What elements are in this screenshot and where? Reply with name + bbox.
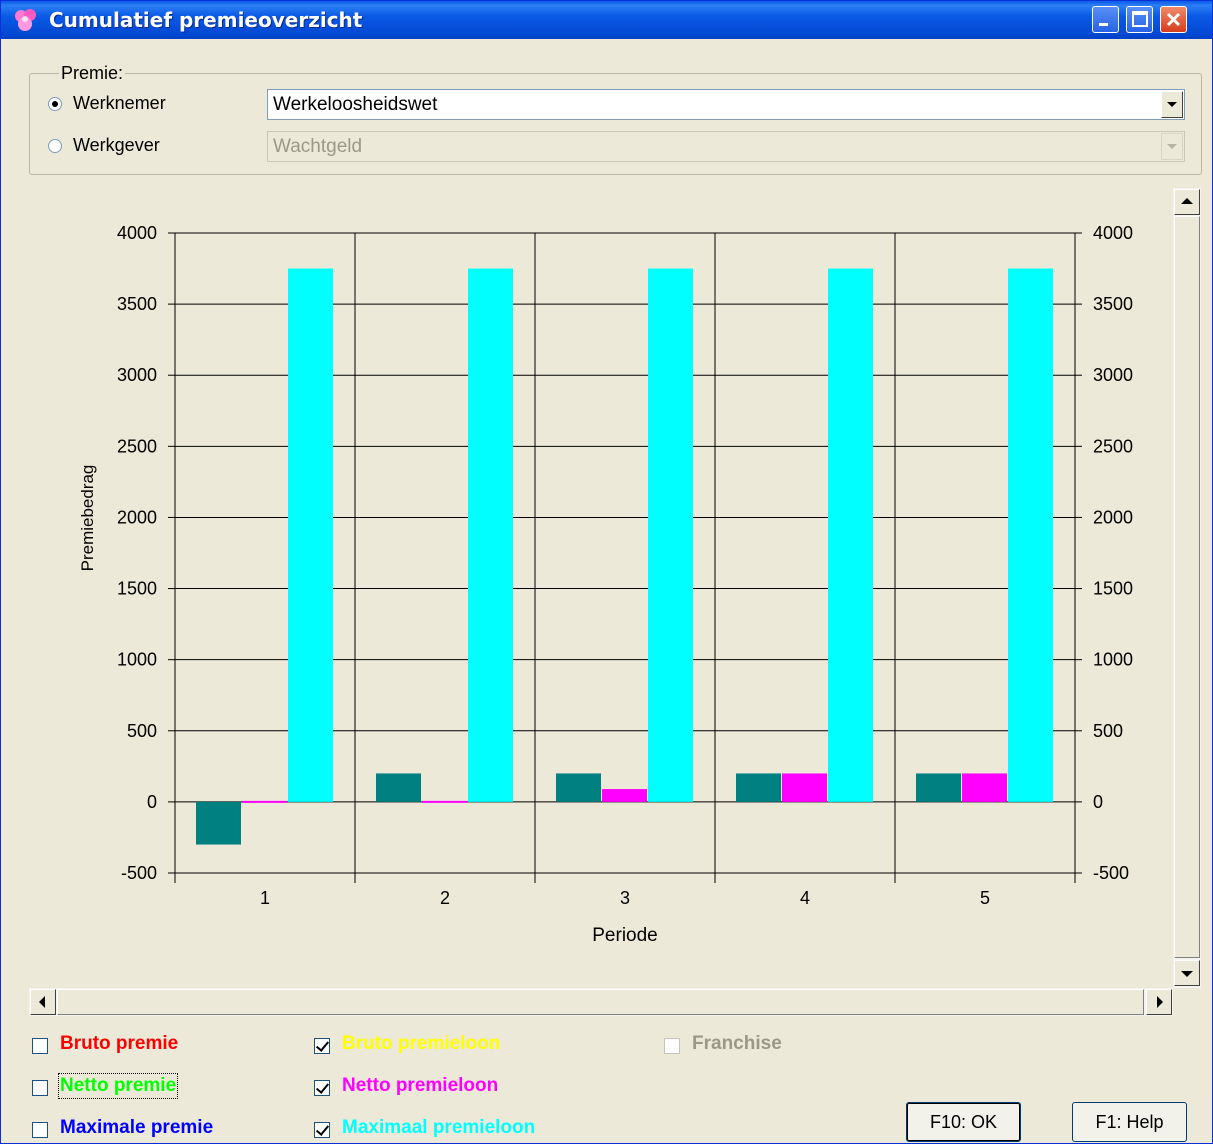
- bar: [648, 268, 693, 802]
- chevron-down-icon: [1167, 144, 1177, 149]
- y-tick-label-right: 4000: [1093, 223, 1133, 243]
- scroll-down-button[interactable]: [1174, 960, 1200, 986]
- werkgever-premie-select: Wachtgeld: [267, 131, 1185, 162]
- chevron-down-icon: [1167, 102, 1177, 107]
- y-tick-label-left: 2500: [117, 436, 157, 456]
- radio-selected-dot: [52, 101, 58, 107]
- close-icon: [1166, 12, 1181, 27]
- premie-chart: -500 -500 0 0 500 500 1000 1000 1500 1500 2000 2000…: [78, 223, 1133, 946]
- y-tick-label-left: 3500: [117, 294, 157, 314]
- bar: [376, 773, 421, 802]
- maximize-button[interactable]: [1126, 6, 1153, 33]
- checkbox-bruto-premieloon[interactable]: [314, 1038, 330, 1054]
- title-bar[interactable]: Cumulatief premieoverzicht: [1, 1, 1212, 39]
- werknemer-premie-value: Werkeloosheidswet: [273, 94, 438, 115]
- minimize-button[interactable]: [1092, 6, 1119, 33]
- y-tick-label-left: 0: [147, 792, 157, 812]
- bar: [782, 773, 827, 802]
- x-tick-label: 1: [260, 888, 270, 908]
- franchise-label: Franchise: [692, 1033, 782, 1054]
- y-tick-label-left: 500: [127, 721, 157, 741]
- bruto-premieloon-label[interactable]: Bruto premieloon: [342, 1033, 500, 1055]
- werknemer-dropdown-button[interactable]: [1161, 91, 1183, 118]
- y-tick-label-right: 0: [1093, 792, 1103, 812]
- arrow-down-icon: [1181, 971, 1193, 977]
- bar: [916, 773, 961, 802]
- bruto-premie-label[interactable]: Bruto premie: [60, 1033, 178, 1055]
- horizontal-scrollbar[interactable]: [29, 988, 1173, 1016]
- y-tick-label-right: 2000: [1093, 507, 1133, 527]
- scroll-up-button[interactable]: [1174, 189, 1200, 215]
- bar: [1008, 268, 1053, 802]
- werkgever-dropdown-button: [1161, 133, 1183, 160]
- arrow-left-icon: [39, 996, 45, 1008]
- y-tick-label-left: -500: [121, 863, 157, 883]
- y-tick-label-left: 1000: [117, 650, 157, 670]
- bar: [736, 773, 781, 802]
- werkgever-premie-value: Wachtgeld: [273, 136, 363, 157]
- y-tick-label-right: 2500: [1093, 436, 1133, 456]
- radio-werknemer[interactable]: [48, 97, 62, 111]
- checkbox-netto-premie[interactable]: [32, 1080, 48, 1096]
- y-tick-label-right: 1500: [1093, 579, 1133, 599]
- arrow-up-icon: [1181, 198, 1193, 204]
- ok-button[interactable]: F10: OK: [906, 1102, 1021, 1142]
- y-tick-label-right: 500: [1093, 721, 1123, 741]
- maximaal-premieloon-label[interactable]: Maximaal premieloon: [342, 1117, 535, 1139]
- x-axis-label: Periode: [592, 925, 658, 946]
- x-tick-label: 3: [620, 888, 630, 908]
- checkbox-bruto-premie[interactable]: [32, 1038, 48, 1054]
- bar: [242, 800, 287, 803]
- netto-premie-label[interactable]: Netto premie: [57, 1073, 179, 1099]
- bar: [828, 268, 873, 802]
- close-button[interactable]: [1160, 6, 1187, 33]
- y-axis-label: Premiebedrag: [78, 465, 97, 572]
- scroll-left-button[interactable]: [30, 989, 56, 1015]
- vertical-scroll-thumb[interactable]: [1174, 216, 1200, 958]
- window-title: Cumulatief premieoverzicht: [49, 8, 363, 32]
- maximale-premie-label[interactable]: Maximale premie: [60, 1117, 213, 1139]
- radio-werknemer-label[interactable]: Werknemer: [73, 93, 166, 114]
- checkbox-maximale-premie[interactable]: [32, 1122, 48, 1138]
- maximize-icon: [1132, 11, 1148, 27]
- y-tick-label-left: 1500: [117, 579, 157, 599]
- main-window: Cumulatief premieoverzicht Premie: Werkn…: [0, 0, 1213, 1144]
- bar: [422, 800, 467, 803]
- minimize-icon: [1099, 23, 1108, 26]
- y-tick-label-left: 4000: [117, 223, 157, 243]
- app-icon: [15, 9, 36, 31]
- radio-werkgever-label[interactable]: Werkgever: [73, 135, 160, 156]
- bar: [288, 268, 333, 802]
- bar: [196, 801, 241, 845]
- bar: [556, 773, 601, 802]
- help-button[interactable]: F1: Help: [1072, 1102, 1187, 1142]
- checkbox-maximaal-premieloon[interactable]: [314, 1122, 330, 1138]
- x-tick-label: 5: [980, 888, 990, 908]
- y-tick-label-right: 1000: [1093, 650, 1133, 670]
- bar: [468, 268, 513, 802]
- checkbox-franchise: [664, 1038, 680, 1054]
- scroll-right-button[interactable]: [1146, 989, 1172, 1015]
- y-tick-label-right: -500: [1093, 863, 1129, 883]
- y-tick-label-right: 3500: [1093, 294, 1133, 314]
- bar: [962, 773, 1007, 802]
- premie-group-label: Premie:: [59, 63, 126, 84]
- y-tick-label-left: 2000: [117, 507, 157, 527]
- x-tick-label: 4: [800, 888, 810, 908]
- vertical-scrollbar[interactable]: [1173, 188, 1201, 988]
- arrow-right-icon: [1157, 996, 1163, 1008]
- checkbox-netto-premieloon[interactable]: [314, 1080, 330, 1096]
- werknemer-premie-select[interactable]: Werkeloosheidswet: [267, 89, 1185, 120]
- bar: [602, 789, 647, 802]
- radio-werkgever[interactable]: [48, 139, 62, 153]
- netto-premieloon-label[interactable]: Netto premieloon: [342, 1075, 498, 1097]
- x-tick-label: 2: [440, 888, 450, 908]
- horizontal-scroll-thumb[interactable]: [57, 989, 1144, 1015]
- y-tick-label-right: 3000: [1093, 365, 1133, 385]
- y-tick-label-left: 3000: [117, 365, 157, 385]
